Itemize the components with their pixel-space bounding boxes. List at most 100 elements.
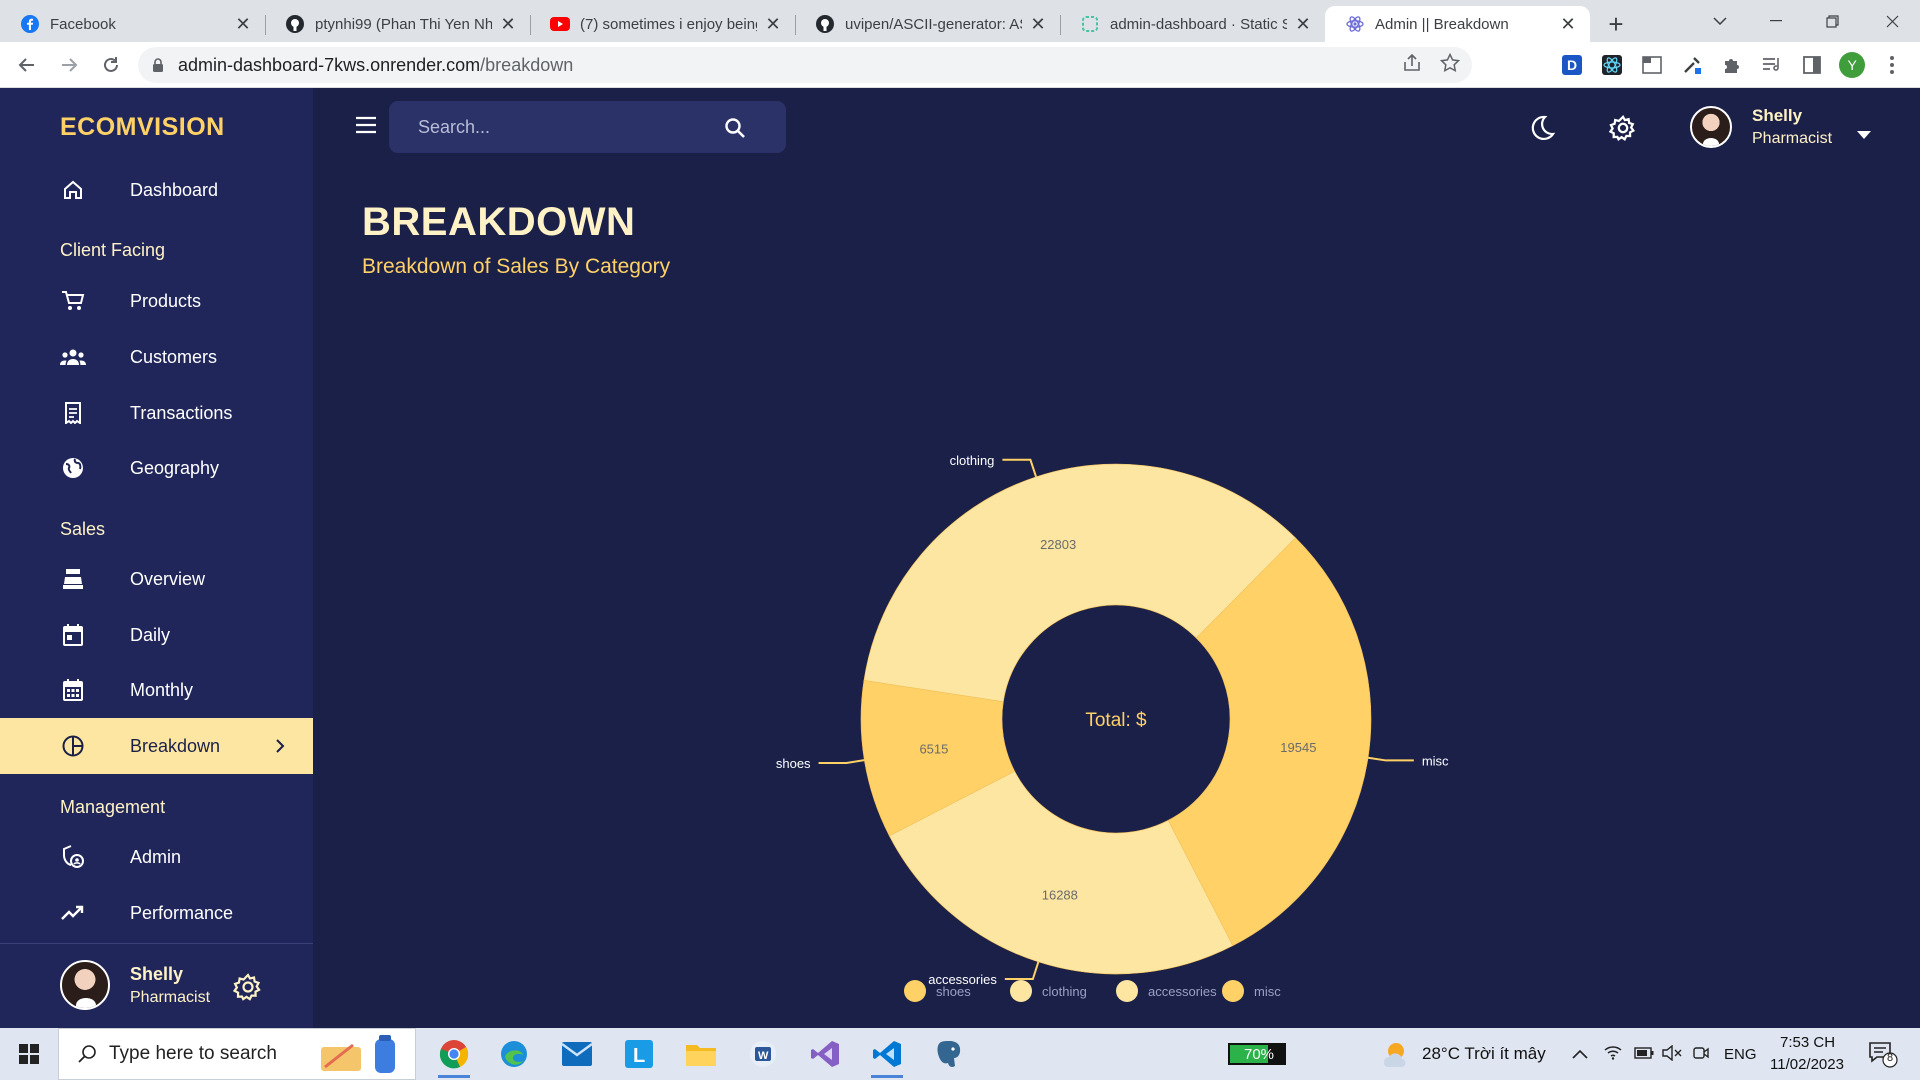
new-tab-button[interactable]: + xyxy=(1596,6,1636,42)
side-panel-icon[interactable] xyxy=(1792,47,1832,83)
browser-tab-github-repo[interactable]: uvipen/ASCII-generator: AS ✕ xyxy=(795,6,1060,42)
sidebar-item-performance[interactable]: Performance xyxy=(0,885,313,941)
profile-avatar[interactable]: Y xyxy=(1832,47,1872,83)
dropdown-caret-icon[interactable] xyxy=(1857,126,1871,139)
close-tab-icon[interactable]: ✕ xyxy=(763,14,783,34)
profile-initial: Y xyxy=(1848,57,1858,73)
forward-arrow-icon[interactable] xyxy=(51,47,87,83)
sidebar-item-daily[interactable]: Daily xyxy=(0,607,313,663)
edge-taskbar-icon[interactable] xyxy=(492,1034,536,1074)
dark-mode-moon-icon[interactable] xyxy=(1528,114,1556,142)
speaker-muted-icon[interactable] xyxy=(1662,1044,1682,1066)
sidebar-item-products[interactable]: Products xyxy=(0,273,313,329)
battery-indicator[interactable]: 70% xyxy=(1228,1043,1286,1065)
word-taskbar-icon[interactable]: W xyxy=(741,1034,785,1074)
postgres-taskbar-icon[interactable] xyxy=(927,1034,971,1074)
language-indicator[interactable]: ENG xyxy=(1724,1046,1757,1063)
battery-tray-icon[interactable] xyxy=(1634,1046,1654,1064)
bookmark-star-icon[interactable] xyxy=(1439,52,1461,78)
calendar-today-icon xyxy=(60,622,86,648)
menu-hamburger-icon[interactable] xyxy=(355,116,377,134)
browser-tab-github-profile[interactable]: ptynhi99 (Phan Thi Yen Nhi) ✕ xyxy=(265,6,530,42)
dictionary-extension-icon[interactable]: D xyxy=(1552,47,1592,83)
window-extension-icon[interactable] xyxy=(1632,47,1672,83)
shopping-cart-icon xyxy=(60,288,86,314)
reading-list-icon[interactable] xyxy=(1752,47,1792,83)
close-tab-icon[interactable]: ✕ xyxy=(1558,14,1578,34)
legend-swatch[interactable] xyxy=(1222,980,1244,1002)
mail-taskbar-icon[interactable] xyxy=(555,1034,599,1074)
minimize-icon[interactable] xyxy=(1748,0,1804,42)
weather-icon[interactable] xyxy=(1380,1040,1408,1073)
chrome-taskbar-icon[interactable] xyxy=(432,1034,476,1078)
search-input[interactable]: Search... xyxy=(389,101,786,153)
color-picker-extension-icon[interactable] xyxy=(1672,47,1712,83)
meet-now-icon[interactable] xyxy=(1692,1044,1710,1067)
tray-chevron-up-icon[interactable] xyxy=(1572,1046,1588,1064)
close-tab-icon[interactable]: ✕ xyxy=(1028,14,1048,34)
calendar-month-icon xyxy=(60,677,86,703)
slice-leader-line xyxy=(1367,756,1414,762)
browser-tab-render[interactable]: admin-dashboard · Static S ✕ xyxy=(1060,6,1325,42)
chrome-menu-icon[interactable] xyxy=(1872,47,1912,83)
clock-time[interactable]: 7:53 CH xyxy=(1780,1034,1835,1051)
receipt-icon xyxy=(60,400,86,426)
react-devtools-icon[interactable] xyxy=(1592,47,1632,83)
vscode-taskbar-icon[interactable] xyxy=(865,1034,909,1078)
section-client-facing: Client Facing xyxy=(60,240,166,260)
notifications-icon[interactable]: 8 xyxy=(1868,1040,1898,1073)
windows-start-icon[interactable] xyxy=(0,1028,58,1080)
breakdown-donut-chart[interactable]: 19545 misc 16288 accessories 6515 shoes 22803 c… xyxy=(700,343,1500,1023)
taskbar-search-field[interactable]: Type here to search xyxy=(58,1028,416,1080)
close-window-icon[interactable] xyxy=(1864,0,1920,42)
section-sales: Sales xyxy=(60,519,106,539)
legend-label-shoes[interactable]: shoes xyxy=(936,984,971,999)
legend-label-accessories[interactable]: accessories xyxy=(1148,984,1217,999)
weather-text[interactable]: 28°C Trời ít mây xyxy=(1422,1044,1546,1064)
sidebar-item-label: Geography xyxy=(130,457,220,478)
l-app-taskbar-icon[interactable]: L xyxy=(617,1034,661,1074)
extensions-puzzle-icon[interactable] xyxy=(1712,47,1752,83)
browser-tab-youtube[interactable]: (7) sometimes i enjoy being ✕ xyxy=(530,6,795,42)
sidebar-item-geography[interactable]: Geography xyxy=(0,440,313,496)
app-root: ECOMVISION Dashboard Client Facing Produ… xyxy=(0,88,1920,1028)
browser-tab-breakdown[interactable]: Admin || Breakdown ✕ xyxy=(1325,6,1590,42)
close-tab-icon[interactable]: ✕ xyxy=(498,14,518,34)
file-explorer-taskbar-icon[interactable] xyxy=(679,1034,723,1074)
back-arrow-icon[interactable] xyxy=(9,47,45,83)
sidebar-item-monthly[interactable]: Monthly xyxy=(0,662,313,718)
tab-title: Facebook xyxy=(50,15,116,33)
sidebar-item-breakdown[interactable]: Breakdown xyxy=(0,718,313,774)
settings-gear-icon[interactable] xyxy=(232,972,263,1002)
render-icon xyxy=(1080,14,1100,34)
legend-label-misc[interactable]: misc xyxy=(1254,984,1281,999)
sidebar-item-transactions[interactable]: Transactions xyxy=(0,385,313,441)
wifi-icon[interactable] xyxy=(1604,1044,1622,1065)
react-icon xyxy=(1345,14,1365,34)
legend-swatch[interactable] xyxy=(904,980,926,1002)
sidebar-item-label: Dashboard xyxy=(130,179,219,200)
brand-logo[interactable]: ECOMVISION xyxy=(60,113,225,142)
share-icon[interactable] xyxy=(1402,53,1422,77)
url-field[interactable]: admin-dashboard-7kws.onrender.com/breakd… xyxy=(138,47,1472,83)
reload-icon[interactable] xyxy=(93,47,129,83)
visual-studio-taskbar-icon[interactable] xyxy=(803,1034,847,1074)
settings-gear-icon[interactable] xyxy=(1608,114,1637,142)
close-tab-icon[interactable]: ✕ xyxy=(1293,14,1313,34)
sidebar-item-dashboard[interactable]: Dashboard xyxy=(0,162,313,218)
sidebar-item-overview[interactable]: Overview xyxy=(0,551,313,607)
restore-icon[interactable] xyxy=(1804,0,1860,42)
slice-leader-line xyxy=(1004,961,1040,981)
clock-date[interactable]: 11/02/2023 xyxy=(1770,1056,1844,1073)
tab-search-chevron-icon[interactable] xyxy=(1692,0,1748,42)
legend-label-clothing[interactable]: clothing xyxy=(1042,984,1087,999)
browser-tab-facebook[interactable]: Facebook ✕ xyxy=(0,6,265,42)
close-tab-icon[interactable]: ✕ xyxy=(233,14,253,34)
user-menu[interactable]: Shelly Pharmacist xyxy=(1690,106,1832,148)
search-icon[interactable] xyxy=(724,117,746,139)
sidebar-item-admin[interactable]: Admin xyxy=(0,829,313,885)
legend-swatch[interactable] xyxy=(1010,980,1032,1002)
sidebar-item-label: Products xyxy=(130,290,202,311)
legend-swatch[interactable] xyxy=(1116,980,1138,1002)
sidebar-item-customers[interactable]: Customers xyxy=(0,329,313,385)
